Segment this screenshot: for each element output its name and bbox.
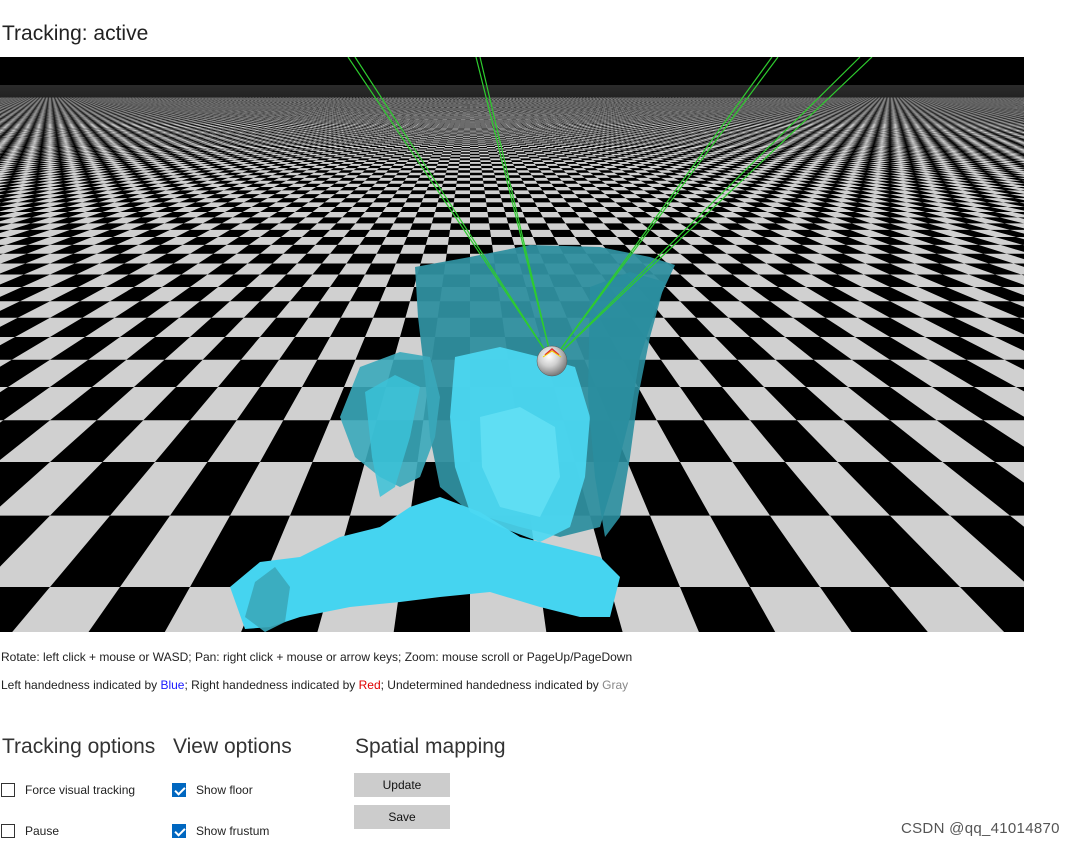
horizon-haze [0, 85, 1024, 145]
update-button[interactable]: Update [354, 773, 450, 797]
tracking-status: Tracking: active [2, 22, 148, 46]
controls-help: Rotate: left click + mouse or WASD; Pan:… [1, 650, 632, 664]
watermark: CSDN @qq_41014870 [901, 820, 1060, 837]
checkbox-box[interactable] [172, 824, 186, 838]
checkbox-box[interactable] [1, 783, 15, 797]
spatial-mapping-title: Spatial mapping [355, 735, 506, 759]
blue-label: Blue [160, 678, 184, 692]
3d-scene[interactable] [0, 57, 1024, 632]
show-floor-label: Show floor [196, 783, 253, 797]
red-label: Red [359, 678, 381, 692]
pause-checkbox[interactable]: Pause [1, 824, 59, 838]
3d-viewport[interactable] [0, 57, 1024, 632]
show-floor-checkbox[interactable]: Show floor [172, 783, 253, 797]
view-options-title: View options [173, 735, 292, 759]
save-button[interactable]: Save [354, 805, 450, 829]
gray-label: Gray [602, 678, 628, 692]
show-frustum-checkbox[interactable]: Show frustum [172, 824, 269, 838]
show-frustum-label: Show frustum [196, 824, 269, 838]
checkbox-box[interactable] [1, 824, 15, 838]
checkbox-box[interactable] [172, 783, 186, 797]
force-visual-tracking-label: Force visual tracking [25, 783, 135, 797]
tracking-options-title: Tracking options [2, 735, 155, 759]
handedness-help: Left handedness indicated by Blue; Right… [1, 678, 628, 692]
force-visual-tracking-checkbox[interactable]: Force visual tracking [1, 783, 135, 797]
pause-label: Pause [25, 824, 59, 838]
